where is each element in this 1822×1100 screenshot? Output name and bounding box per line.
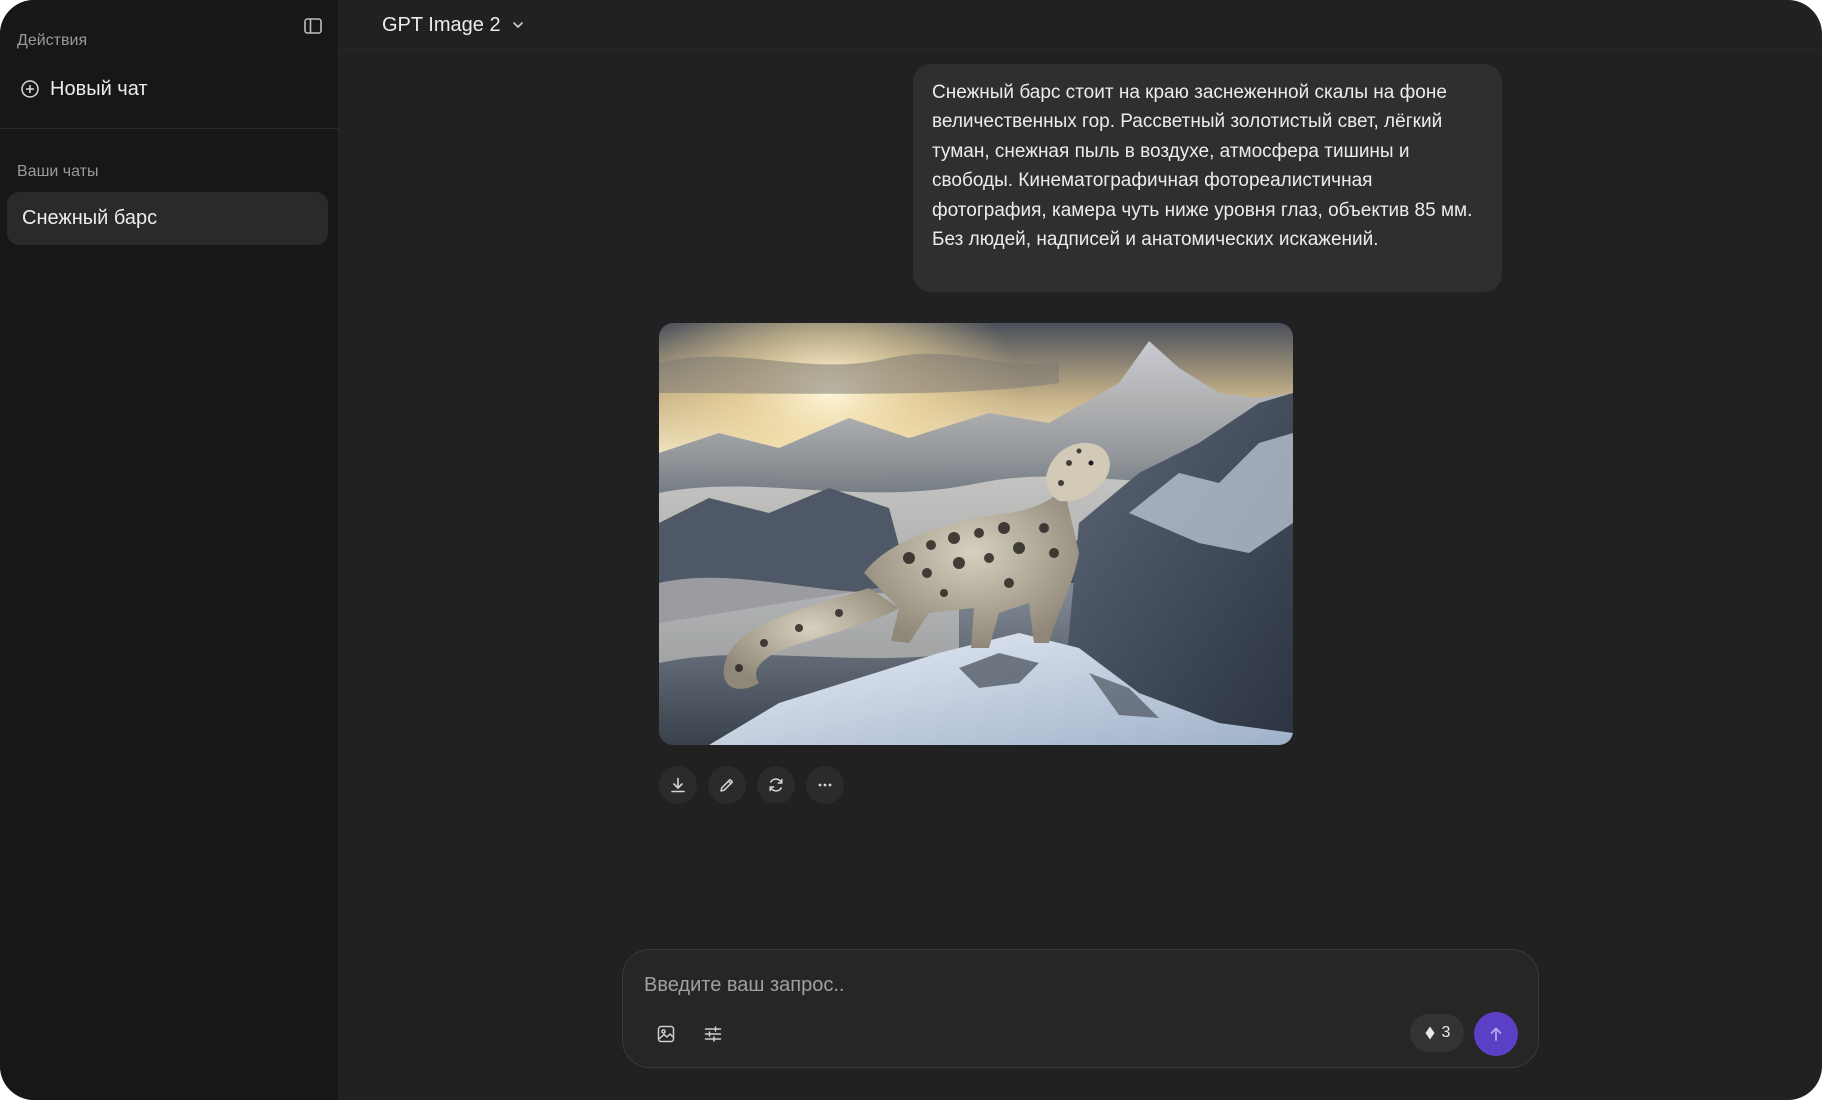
image-icon <box>657 1025 675 1043</box>
generated-image[interactable] <box>659 323 1293 745</box>
credits-count: 3 <box>1441 1024 1451 1041</box>
sidebar-divider <box>0 128 339 129</box>
topbar: GPT Image 2 <box>339 0 1822 49</box>
sidebar-toggle-button[interactable] <box>300 13 326 39</box>
arrow-up-icon <box>1490 1027 1502 1041</box>
chats-section-label: Ваши чаты <box>17 163 99 180</box>
app-window: Действия Новый чат Ваши чаты Снежный бар… <box>0 0 1822 1100</box>
more-options-button[interactable] <box>806 766 844 804</box>
user-message-bubble: Снежный барс стоит на краю заснеженной с… <box>913 64 1502 292</box>
image-actions-bar <box>659 766 844 804</box>
attach-image-button[interactable] <box>650 1018 682 1050</box>
send-button[interactable] <box>1474 1012 1518 1056</box>
new-chat-button[interactable]: Новый чат <box>20 74 148 104</box>
diamond-icon <box>1425 1026 1435 1040</box>
more-icon <box>818 783 832 787</box>
download-icon <box>671 777 685 793</box>
sidebar: Действия Новый чат Ваши чаты Снежный бар… <box>0 0 339 1100</box>
chevron-down-icon <box>512 22 523 28</box>
chat-item-title: Снежный барс <box>22 207 158 229</box>
model-name: GPT Image 2 <box>382 13 501 36</box>
model-selector[interactable]: GPT Image 2 <box>382 10 525 40</box>
actions-section-label: Действия <box>17 32 88 49</box>
sliders-icon <box>704 1026 722 1042</box>
new-chat-label: Новый чат <box>50 77 148 100</box>
snow-leopard-image <box>659 323 1293 745</box>
edit-icon <box>720 778 734 792</box>
main-area: GPT Image 2 Снежный барс стоит на краю з… <box>339 0 1822 1100</box>
regenerate-icon <box>769 778 783 792</box>
generation-settings-button[interactable] <box>697 1018 729 1050</box>
prompt-input[interactable] <box>644 970 1504 1000</box>
sidebar-panel-icon <box>304 18 322 34</box>
prompt-composer: 3 <box>622 949 1539 1068</box>
credits-badge: 3 <box>1410 1014 1464 1052</box>
sidebar-chat-item[interactable]: Снежный барс <box>7 192 328 245</box>
regenerate-button[interactable] <box>757 766 795 804</box>
edit-button[interactable] <box>708 766 746 804</box>
plus-circle-icon <box>21 80 39 98</box>
download-button[interactable] <box>659 766 697 804</box>
